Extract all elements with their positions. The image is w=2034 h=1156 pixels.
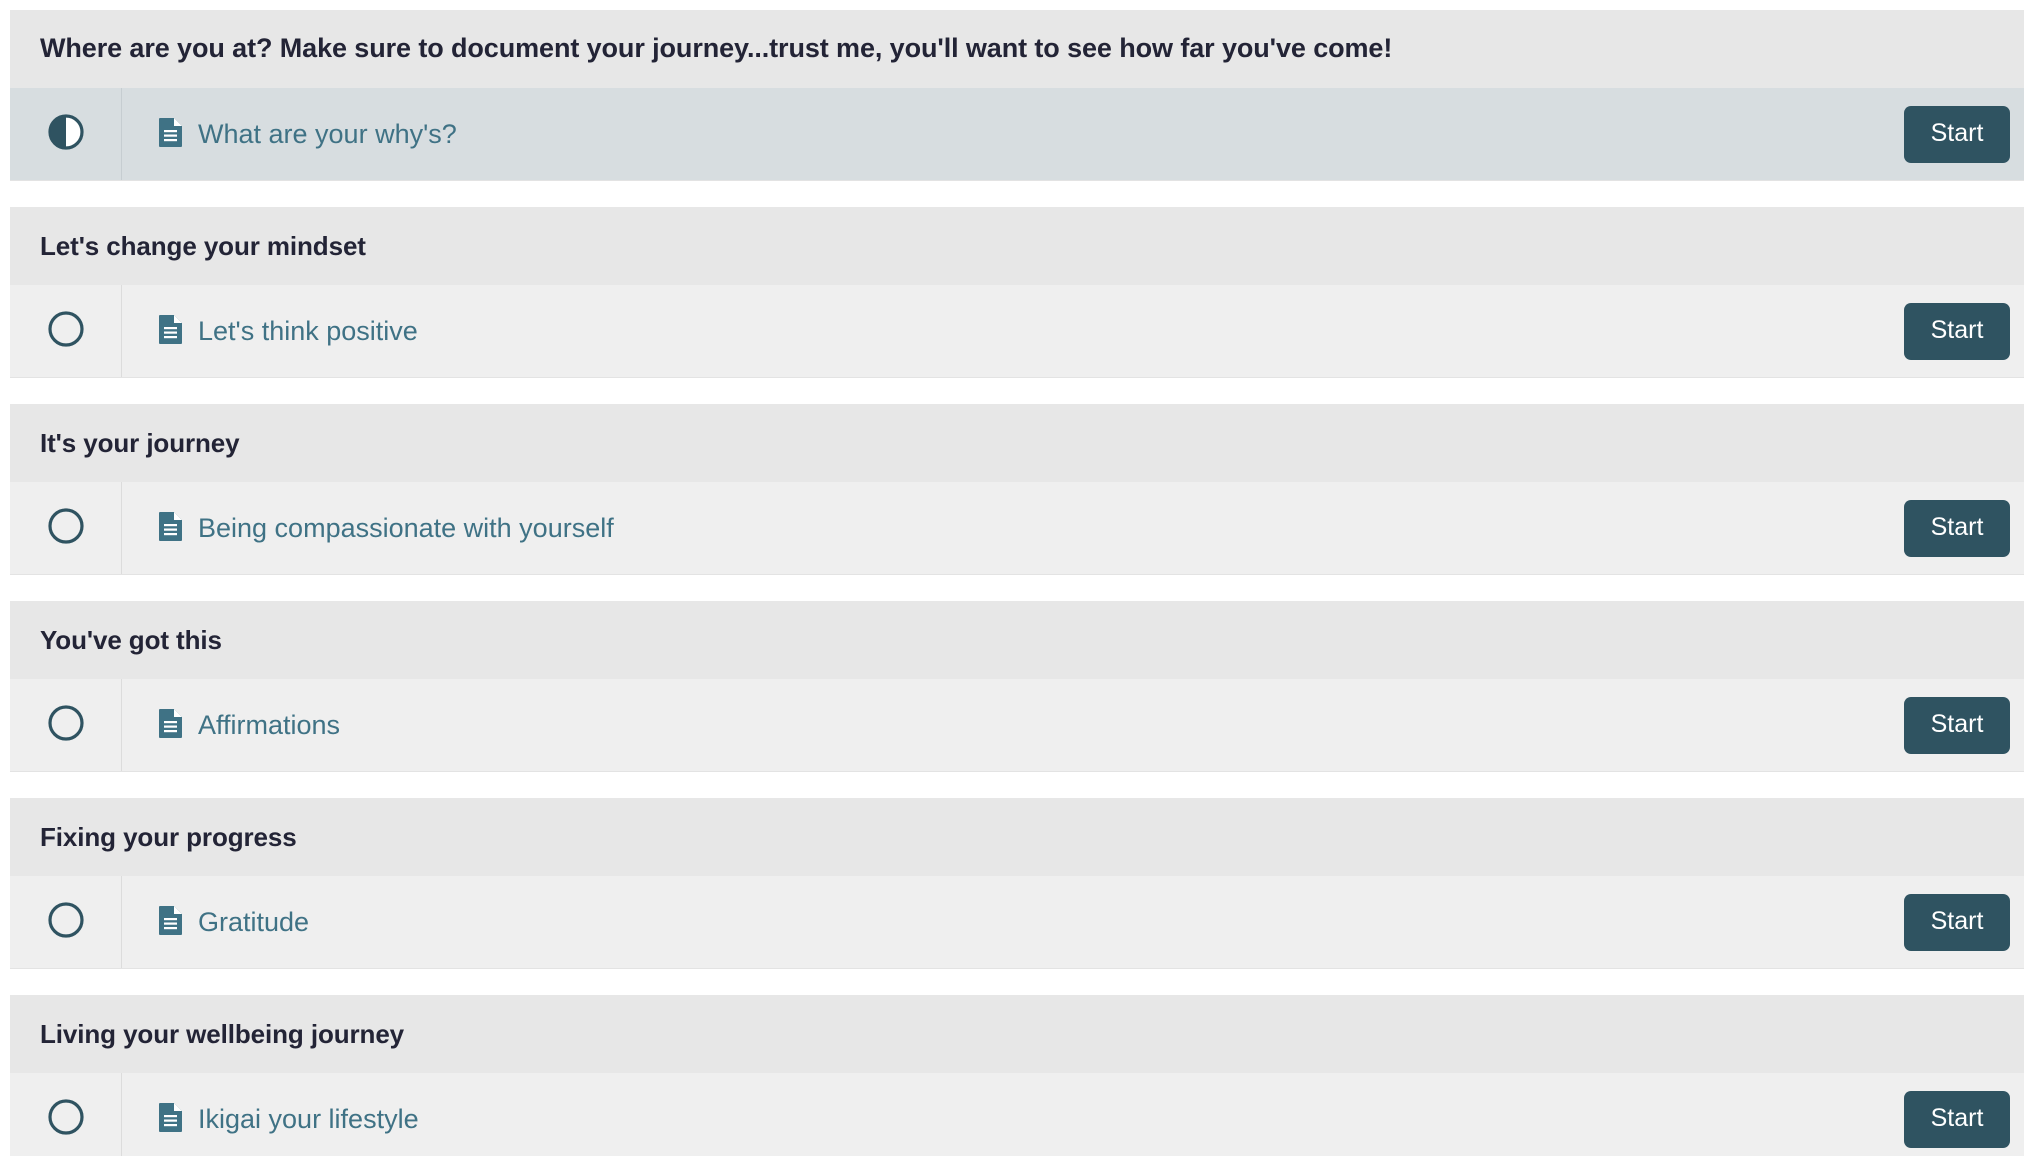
document-icon: [158, 708, 184, 743]
course-section: Fixing your progress Gratitude Start: [10, 798, 2024, 969]
empty-circle-icon: [47, 901, 85, 944]
activity-status-cell: [10, 285, 122, 377]
start-button[interactable]: Start: [1904, 105, 2010, 163]
course-section: Let's change your mindset Let's think po…: [10, 207, 2024, 378]
document-icon: [158, 511, 184, 546]
empty-circle-icon: [47, 310, 85, 353]
empty-circle-icon: [47, 704, 85, 747]
activity-row[interactable]: Gratitude Start: [10, 876, 2024, 969]
activity-action-cell: Start: [1904, 285, 2024, 377]
activity-title-cell[interactable]: Let's think positive: [122, 285, 1904, 377]
activity-title-cell[interactable]: Being compassionate with yourself: [122, 482, 1904, 574]
activity-action-cell: Start: [1904, 88, 2024, 180]
start-button[interactable]: Start: [1904, 893, 2010, 951]
activity-row[interactable]: Affirmations Start: [10, 679, 2024, 772]
section-title: Where are you at? Make sure to document …: [40, 33, 1393, 64]
activity-action-cell: Start: [1904, 679, 2024, 771]
activity-status-cell: [10, 679, 122, 771]
document-icon: [158, 117, 184, 152]
empty-circle-icon: [47, 507, 85, 550]
activity-row[interactable]: Being compassionate with yourself Start: [10, 482, 2024, 575]
activity-status-cell: [10, 88, 122, 180]
course-section: Where are you at? Make sure to document …: [10, 10, 2024, 181]
activity-title: Being compassionate with yourself: [198, 512, 614, 543]
half-filled-circle-icon: [47, 113, 85, 156]
activity-title: Ikigai your lifestyle: [198, 1103, 419, 1134]
section-header: It's your journey: [10, 404, 2024, 482]
activity-action-cell: Start: [1904, 482, 2024, 574]
start-button[interactable]: Start: [1904, 1090, 2010, 1148]
section-title: Living your wellbeing journey: [40, 1018, 405, 1049]
activity-title-cell[interactable]: What are your why's?: [122, 88, 1904, 180]
activity-title-cell[interactable]: Gratitude: [122, 876, 1904, 968]
activity-status-cell: [10, 1073, 122, 1156]
section-header: Let's change your mindset: [10, 207, 2024, 285]
section-title: Let's change your mindset: [40, 230, 366, 261]
activity-action-cell: Start: [1904, 1073, 2024, 1156]
document-icon: [158, 314, 184, 349]
activity-row[interactable]: What are your why's? Start: [10, 88, 2024, 181]
section-title: It's your journey: [40, 427, 240, 458]
activity-title: Let's think positive: [198, 315, 418, 346]
activity-title: What are your why's?: [198, 118, 457, 149]
document-icon: [158, 905, 184, 940]
activity-title-cell[interactable]: Affirmations: [122, 679, 1904, 771]
start-button[interactable]: Start: [1904, 696, 2010, 754]
activity-status-cell: [10, 482, 122, 574]
activity-title: Gratitude: [198, 906, 310, 937]
section-title: Fixing your progress: [40, 821, 297, 852]
section-header: You've got this: [10, 601, 2024, 679]
course-outline: Where are you at? Make sure to document …: [0, 0, 2034, 1156]
start-button[interactable]: Start: [1904, 499, 2010, 557]
activity-title-cell[interactable]: Ikigai your lifestyle: [122, 1073, 1904, 1156]
course-section: It's your journey Being compassionate wi…: [10, 404, 2024, 575]
document-icon: [158, 1102, 184, 1137]
activity-row[interactable]: Let's think positive Start: [10, 285, 2024, 378]
start-button[interactable]: Start: [1904, 302, 2010, 360]
section-title: You've got this: [40, 624, 222, 655]
course-section: You've got this Affirmations Start: [10, 601, 2024, 772]
activity-title: Affirmations: [198, 709, 341, 740]
section-header: Fixing your progress: [10, 798, 2024, 876]
activity-status-cell: [10, 876, 122, 968]
activity-row[interactable]: Ikigai your lifestyle Start: [10, 1073, 2024, 1156]
section-header: Living your wellbeing journey: [10, 995, 2024, 1073]
course-section: Living your wellbeing journey Ikigai you…: [10, 995, 2024, 1156]
section-header: Where are you at? Make sure to document …: [10, 10, 2024, 88]
empty-circle-icon: [47, 1098, 85, 1141]
activity-action-cell: Start: [1904, 876, 2024, 968]
